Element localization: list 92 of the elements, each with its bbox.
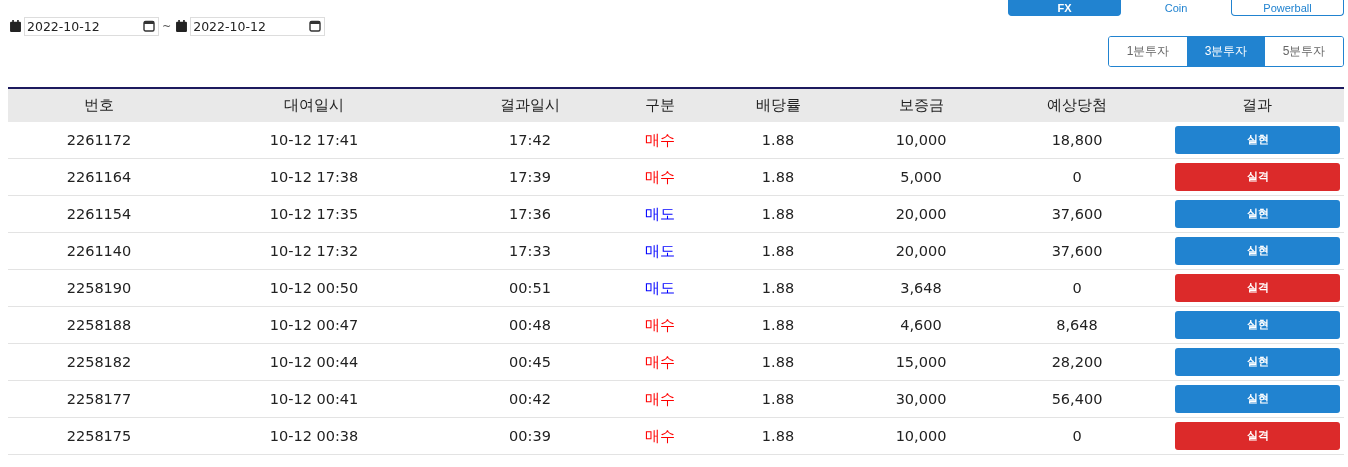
table-cell: 매도 bbox=[645, 205, 675, 222]
table-cell: 1.88 bbox=[761, 391, 795, 407]
table-cell: 2258177 bbox=[66, 391, 132, 407]
calendar-icon bbox=[10, 20, 21, 32]
table-cell: 매수 bbox=[645, 316, 675, 333]
interval-tab[interactable]: 3분투자 bbox=[1187, 37, 1265, 66]
table-cell: 00:42 bbox=[509, 391, 551, 407]
table-cell: 20,000 bbox=[895, 206, 947, 222]
table-cell: 17:33 bbox=[509, 243, 551, 259]
table-cell: 2261154 bbox=[66, 206, 132, 222]
calendar-icon bbox=[176, 20, 188, 32]
table-cell: 10,000 bbox=[895, 428, 947, 444]
table-cell: 2261172 bbox=[66, 132, 132, 148]
table-cell: 1.88 bbox=[761, 428, 795, 444]
table-cell: 매수 bbox=[645, 168, 675, 185]
table-cell: 2258175 bbox=[66, 428, 132, 444]
table-cell: 매도 bbox=[645, 242, 675, 259]
table-cell: 10-12 00:47 bbox=[269, 317, 359, 333]
table-cell: 2261140 bbox=[66, 243, 132, 259]
column-header: 배당률 bbox=[755, 97, 801, 113]
result-badge: 실현 bbox=[1175, 311, 1340, 339]
table-cell: 2258190 bbox=[66, 280, 132, 296]
table-cell: 매수 bbox=[645, 131, 675, 148]
table-cell: 매수 bbox=[645, 427, 675, 444]
table-cell: 10-12 17:32 bbox=[269, 243, 359, 259]
result-badge: 실현 bbox=[1175, 126, 1340, 154]
table-cell: 1.88 bbox=[761, 243, 795, 259]
result-badge: 실격 bbox=[1175, 274, 1340, 302]
table-cell: 0 bbox=[1072, 428, 1082, 444]
table-cell: 10-12 00:50 bbox=[269, 280, 359, 296]
date-value: 2022-10-12 bbox=[193, 18, 266, 34]
table-cell: 17:36 bbox=[509, 206, 551, 222]
result-badge: 실현 bbox=[1175, 348, 1340, 376]
table-cell: 8,648 bbox=[1056, 317, 1098, 333]
result-badge: 실격 bbox=[1175, 163, 1340, 191]
date-field[interactable]: 2022-10-12 bbox=[24, 16, 159, 36]
table-cell: 2261164 bbox=[66, 169, 132, 185]
range-separator: ~ bbox=[162, 19, 172, 33]
table-cell: 5,000 bbox=[900, 169, 942, 185]
result-badge: 실격 bbox=[1175, 422, 1340, 450]
column-header: 번호 bbox=[84, 97, 114, 113]
table-cell: 1.88 bbox=[761, 206, 795, 222]
table-cell: 2258188 bbox=[66, 317, 132, 333]
column-header: 예상당첨 bbox=[1047, 97, 1107, 113]
table-cell: 10-12 17:41 bbox=[269, 132, 359, 148]
table-cell: 10-12 17:38 bbox=[269, 169, 359, 185]
table-cell: 1.88 bbox=[761, 280, 795, 296]
calendar-icon[interactable] bbox=[143, 20, 155, 32]
table-cell: 00:45 bbox=[509, 354, 551, 370]
table-cell: 10-12 00:44 bbox=[269, 354, 359, 370]
result-badge: 실현 bbox=[1175, 385, 1340, 413]
table-cell: 15,000 bbox=[895, 354, 947, 370]
table-cell: 00:39 bbox=[509, 428, 551, 444]
table-cell: 2258182 bbox=[66, 354, 132, 370]
calendar-icon[interactable] bbox=[309, 20, 322, 32]
table-cell: 1.88 bbox=[761, 132, 795, 148]
table-cell: 37,600 bbox=[1051, 206, 1103, 222]
result-badge: 실현 bbox=[1175, 200, 1340, 228]
date-field[interactable]: 2022-10-12 bbox=[190, 16, 326, 36]
table-cell: 37,600 bbox=[1051, 243, 1103, 259]
table-cell: 매수 bbox=[645, 353, 675, 370]
column-header: 대여일시 bbox=[284, 97, 344, 113]
table-cell: 00:51 bbox=[509, 280, 551, 296]
table-cell: 3,648 bbox=[900, 280, 942, 296]
column-header: 결과일시 bbox=[500, 97, 560, 113]
table-cell: 1.88 bbox=[761, 317, 795, 333]
market-tab[interactable]: Powerball bbox=[1231, 0, 1344, 16]
table-cell: 10,000 bbox=[895, 132, 947, 148]
table-cell: 56,400 bbox=[1051, 391, 1103, 407]
column-header: 결과 bbox=[1242, 97, 1272, 113]
table-cell: 30,000 bbox=[895, 391, 947, 407]
table-cell: 10-12 17:35 bbox=[269, 206, 359, 222]
table-cell: 0 bbox=[1072, 169, 1082, 185]
table-cell: 4,600 bbox=[900, 317, 942, 333]
table-cell: 매수 bbox=[645, 390, 675, 407]
table-cell: 20,000 bbox=[895, 243, 947, 259]
table-cell: 17:42 bbox=[509, 132, 551, 148]
table-cell: 1.88 bbox=[761, 354, 795, 370]
table-cell: 0 bbox=[1072, 280, 1082, 296]
result-badge: 실현 bbox=[1175, 237, 1340, 265]
table-cell: 1.88 bbox=[761, 169, 795, 185]
table-cell: 10-12 00:41 bbox=[269, 391, 359, 407]
table-cell: 10-12 00:38 bbox=[269, 428, 359, 444]
column-header: 보증금 bbox=[898, 97, 944, 113]
date-value: 2022-10-12 bbox=[27, 18, 100, 34]
table-cell: 00:48 bbox=[509, 317, 551, 333]
column-header: 구분 bbox=[645, 97, 675, 113]
market-tab[interactable]: FX bbox=[1008, 0, 1121, 16]
table-cell: 28,200 bbox=[1051, 354, 1103, 370]
table-cell: 18,800 bbox=[1051, 132, 1103, 148]
table-cell: 매도 bbox=[645, 279, 675, 296]
table-cell: 17:39 bbox=[509, 169, 551, 185]
